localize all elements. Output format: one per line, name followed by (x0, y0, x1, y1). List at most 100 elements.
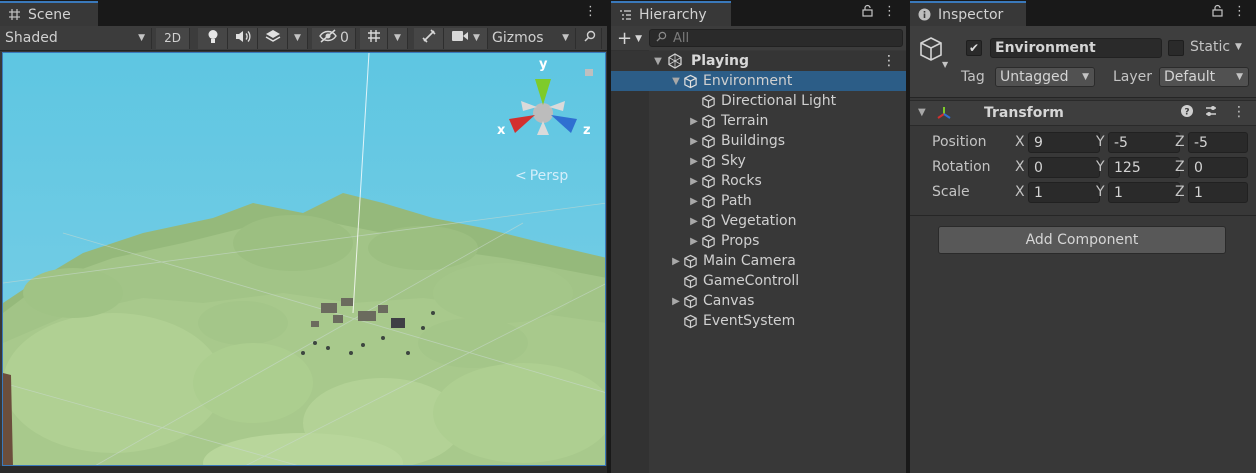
chevron-right-icon[interactable]: ▶ (687, 136, 701, 147)
tab-scene-label: Scene (28, 6, 71, 23)
gameobject-cube-icon (683, 73, 701, 89)
rotation-x-label: X (1015, 159, 1025, 175)
scale-y-field[interactable]: 1 (1108, 182, 1180, 203)
shading-mode-dropdown[interactable]: Shaded ▼ (0, 27, 152, 49)
hierarchy-item-label: Terrain (721, 113, 769, 129)
gameobject-icon-picker[interactable]: ▼ (918, 36, 948, 69)
lock-icon[interactable] (1212, 4, 1223, 21)
chevron-right-icon[interactable]: ▶ (669, 256, 683, 267)
inspector-tab-tools: ⋮ (1212, 4, 1246, 21)
chevron-down-icon: ▼ (942, 60, 949, 69)
rotation-z-field[interactable]: 0 (1188, 157, 1248, 178)
position-label: Position (932, 134, 987, 150)
presets-icon[interactable] (1204, 104, 1218, 122)
hierarchy-item-sky[interactable]: ▶ Sky (611, 151, 906, 171)
chevron-down-icon: ▼ (1236, 72, 1243, 82)
hierarchy-item-eventsystem[interactable]: EventSystem (611, 311, 906, 331)
lighting-toggle-button[interactable] (198, 27, 228, 49)
position-z-field[interactable]: -5 (1188, 132, 1248, 153)
lock-icon[interactable] (862, 4, 873, 21)
kebab-menu-icon[interactable]: ⋮ (1232, 104, 1246, 120)
static-checkbox[interactable] (1168, 40, 1184, 56)
chevron-right-icon[interactable]: ▶ (687, 176, 701, 187)
position-y-value: -5 (1114, 134, 1128, 151)
scene-search-button[interactable] (578, 27, 602, 49)
grid-icon (366, 28, 382, 48)
tab-inspector[interactable]: Inspector (910, 1, 1026, 26)
scale-z-value: 1 (1194, 184, 1203, 201)
kebab-menu-icon[interactable]: ⋮ (584, 4, 597, 19)
chevron-down-icon: ▼ (654, 55, 662, 67)
grid-dropdown-button[interactable]: ▼ (388, 27, 408, 49)
chevron-right-icon[interactable]: ▶ (687, 216, 701, 227)
hierarchy-search-row: + ▼ All (611, 26, 906, 50)
chevron-right-icon[interactable]: ▶ (687, 196, 701, 207)
tab-scene[interactable]: Scene (0, 1, 98, 26)
scale-label: Scale (932, 184, 970, 200)
tab-hierarchy[interactable]: Hierarchy (611, 1, 731, 26)
transform-axes-icon (936, 105, 952, 125)
effects-dropdown-button[interactable]: ▼ (288, 27, 308, 49)
object-name-field[interactable]: Environment (990, 38, 1162, 58)
position-x-value: 9 (1034, 134, 1043, 151)
kebab-menu-icon[interactable]: ⋮ (1233, 4, 1246, 21)
chevron-right-icon[interactable]: ▶ (687, 116, 701, 127)
hierarchy-item-environment[interactable]: ▼ Environment (611, 71, 906, 91)
kebab-menu-icon[interactable]: ⋮ (883, 4, 896, 21)
hierarchy-item-rocks[interactable]: ▶ Rocks (611, 171, 906, 191)
hierarchy-item-props[interactable]: ▶ Props (611, 231, 906, 251)
inspector-panel: Inspector ⋮ ▼ ✔ Environment Static ▼ Tag (910, 0, 1256, 473)
gizmos-dropdown[interactable]: Gizmos ▼ (488, 27, 576, 49)
add-component-button[interactable]: Add Component (938, 226, 1226, 254)
grid-toggle-button[interactable] (360, 27, 388, 49)
projection-toggle[interactable]: < Persp (515, 168, 568, 184)
2d-toggle-button[interactable]: 2D (156, 27, 190, 49)
gameobject-cube-icon (701, 193, 719, 209)
gameobject-header: ▼ ✔ Environment Static ▼ Tag Untagged ▼ … (910, 26, 1256, 98)
create-button[interactable]: + ▼ (617, 28, 642, 49)
scene-viewport[interactable]: y x z < Persp (2, 52, 606, 466)
hierarchy-item-buildings[interactable]: ▶ Buildings (611, 131, 906, 151)
lightbulb-icon (207, 29, 219, 48)
tools-button[interactable] (414, 27, 444, 49)
hierarchy-search-input[interactable]: All (649, 29, 903, 47)
kebab-menu-icon[interactable]: ⋮ (882, 53, 896, 69)
effects-toggle-button[interactable] (258, 27, 288, 49)
hierarchy-item-canvas[interactable]: ▶ Canvas (611, 291, 906, 311)
audio-toggle-button[interactable] (228, 27, 258, 49)
gameobject-cube-icon (918, 37, 944, 68)
hierarchy-item-gamecontroll[interactable]: GameControll (611, 271, 906, 291)
scene-visibility-toggle[interactable]: 0 (312, 27, 356, 49)
chevron-right-icon[interactable]: ▶ (669, 296, 683, 307)
layer-dropdown[interactable]: Default ▼ (1159, 67, 1249, 87)
transform-component-header[interactable]: ▼ Transform ? ⋮ (910, 100, 1256, 126)
layer-value: Default (1164, 69, 1216, 85)
tag-dropdown[interactable]: Untagged ▼ (995, 67, 1095, 87)
position-y-field[interactable]: -5 (1108, 132, 1180, 153)
hierarchy-item-path[interactable]: ▶ Path (611, 191, 906, 211)
hierarchy-item-main-camera[interactable]: ▶ Main Camera (611, 251, 906, 271)
inspector-tab-bar: Inspector ⋮ (910, 0, 1256, 26)
gizmos-label: Gizmos (492, 30, 544, 46)
layer-label: Layer (1113, 69, 1153, 85)
chevron-down-icon[interactable]: ▼ (918, 107, 926, 118)
hierarchy-item-terrain[interactable]: ▶ Terrain (611, 111, 906, 131)
help-icon[interactable]: ? (1180, 104, 1194, 122)
camera-settings-button[interactable]: ▼ (444, 27, 488, 49)
hierarchy-scene-root[interactable]: ▼ Playing ⋮ (611, 51, 906, 71)
position-x-field[interactable]: 9 (1028, 132, 1100, 153)
scale-z-field[interactable]: 1 (1188, 182, 1248, 203)
chevron-down-icon: ▼ (394, 33, 401, 43)
scene-scrollbar[interactable] (0, 466, 607, 473)
tab-hierarchy-label: Hierarchy (639, 6, 707, 23)
chevron-right-icon[interactable]: ▶ (687, 156, 701, 167)
chevron-right-icon[interactable]: ▶ (687, 236, 701, 247)
scale-x-field[interactable]: 1 (1028, 182, 1100, 203)
rotation-y-field[interactable]: 125 (1108, 157, 1180, 178)
rotation-x-field[interactable]: 0 (1028, 157, 1100, 178)
active-checkbox[interactable]: ✔ (966, 40, 982, 56)
static-dropdown[interactable]: Static ▼ (1190, 39, 1242, 55)
hierarchy-item-vegetation[interactable]: ▶ Vegetation (611, 211, 906, 231)
hierarchy-item-directional-light[interactable]: Directional Light (611, 91, 906, 111)
gizmo-y-label: y (539, 57, 548, 72)
